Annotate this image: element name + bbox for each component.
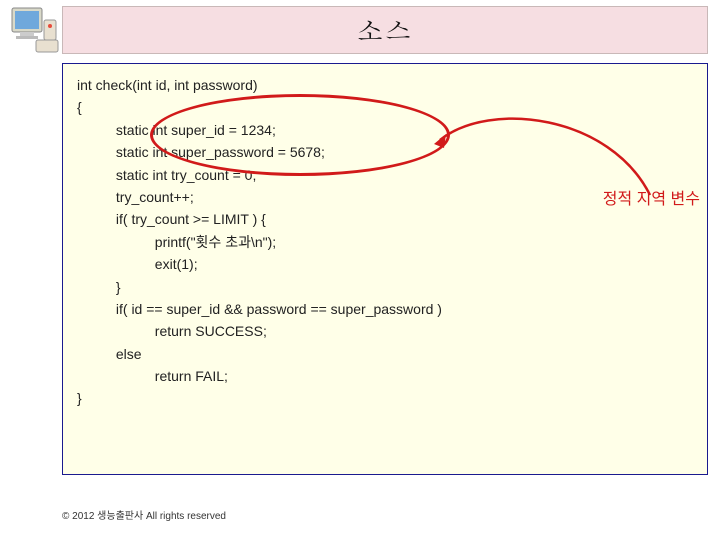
code-line: return FAIL;	[77, 365, 693, 387]
annotation-label: 정적 지역 변수	[603, 185, 700, 209]
code-line: else	[77, 343, 693, 365]
code-box: int check(int id, int password) { static…	[62, 63, 708, 475]
code-line: exit(1);	[77, 253, 693, 275]
code-line: try_count++;	[77, 186, 693, 208]
code-line: if( try_count >= LIMIT ) {	[77, 208, 693, 230]
code-line: }	[77, 276, 693, 298]
title-banner: 소스	[62, 6, 708, 54]
code-line: if( id == super_id && password == super_…	[77, 298, 693, 320]
code-line: printf("횟수 초과\n");	[77, 231, 693, 253]
code-line: static int super_password = 5678;	[77, 141, 693, 163]
code-line: static int super_id = 1234;	[77, 119, 693, 141]
copyright-footer: © 2012 생능출판사 All rights reserved	[62, 507, 226, 522]
computer-icon	[6, 2, 62, 58]
code-line: static int try_count = 0;	[77, 164, 693, 186]
code-line: {	[77, 96, 693, 118]
code-line: return SUCCESS;	[77, 320, 693, 342]
page-title: 소스	[357, 12, 413, 48]
code-line: int check(int id, int password)	[77, 74, 693, 96]
code-line: }	[77, 387, 693, 409]
